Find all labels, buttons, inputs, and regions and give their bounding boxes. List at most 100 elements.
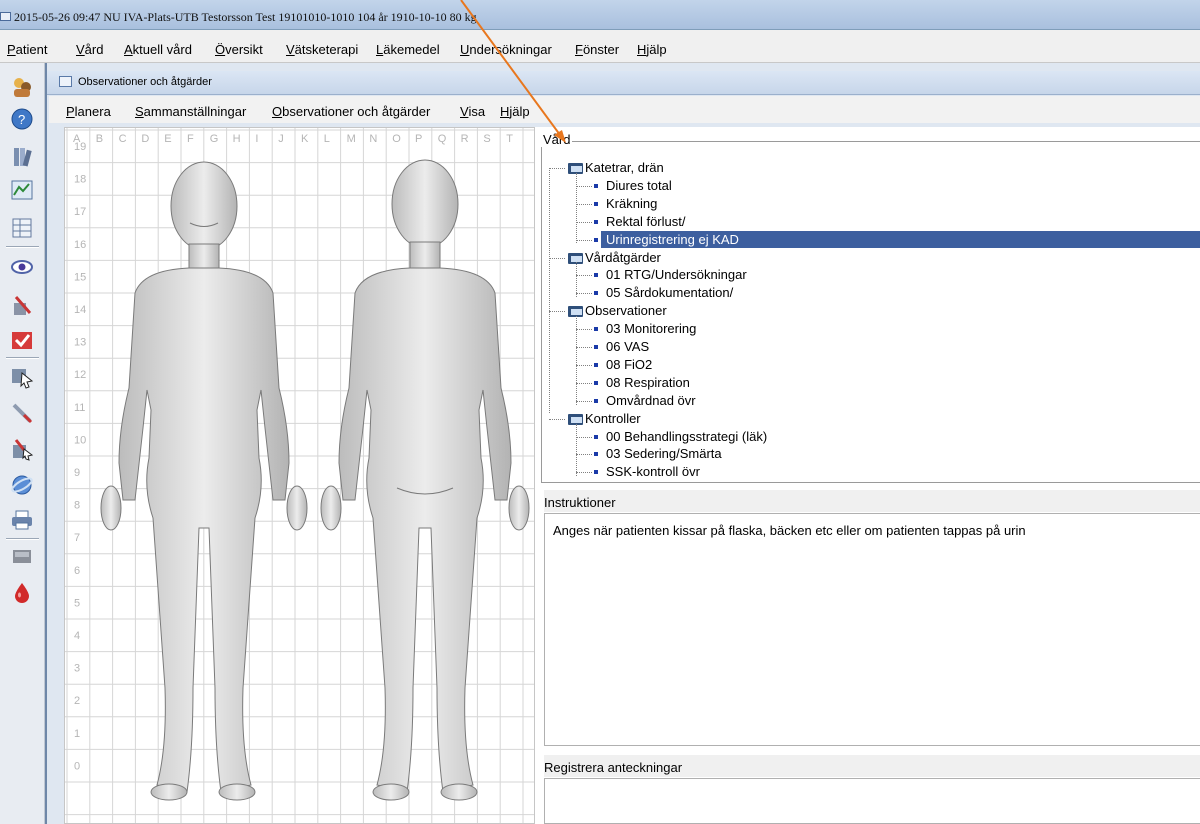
menu-undersokningar[interactable]: Undersökningar bbox=[460, 42, 552, 57]
notes-input[interactable] bbox=[544, 778, 1200, 824]
row-label: 8 bbox=[74, 500, 80, 512]
tools-pointer-icon[interactable] bbox=[8, 435, 36, 463]
tree-connector bbox=[576, 203, 592, 205]
tree-item-label[interactable]: Omvårdnad övr bbox=[606, 393, 696, 409]
row-label: 17 bbox=[74, 206, 86, 218]
row-label: 7 bbox=[74, 532, 80, 544]
window-icon bbox=[0, 12, 11, 21]
item-bullet-icon bbox=[594, 237, 598, 242]
tree-connector bbox=[549, 257, 565, 259]
row-label: 12 bbox=[74, 369, 86, 381]
column-label: C bbox=[119, 133, 127, 145]
item-bullet-icon bbox=[594, 183, 598, 188]
menu-sammanstallningar[interactable]: Sammanställningar bbox=[135, 104, 246, 119]
tree-connector bbox=[549, 311, 565, 313]
title-bar-text: 2015-05-26 09:47 NU IVA-Plats-UTB Testor… bbox=[14, 10, 477, 24]
printer-icon[interactable] bbox=[8, 506, 36, 534]
tree-group-label[interactable]: Katetrar, drän bbox=[585, 160, 664, 176]
body-chart[interactable]: ABCDEFGHIJKLMNOPQRST 19 18 17 16 15 14 13 12 11 1… bbox=[64, 127, 535, 824]
tree-item-label[interactable]: Urinregistrering ej KAD bbox=[606, 232, 739, 248]
column-labels: ABCDEFGHIJKLMNOPQRST bbox=[73, 133, 513, 145]
tree-connector bbox=[576, 293, 592, 295]
title-bar: 2015-05-26 09:47 NU IVA-Plats-UTB Testor… bbox=[0, 0, 1200, 30]
help-icon[interactable]: ? bbox=[8, 105, 36, 133]
menu-aktuell-vard[interactable]: Aktuell vård bbox=[124, 42, 192, 57]
menu-vatsketerapi[interactable]: Vätsketerapi bbox=[286, 42, 358, 57]
tree-item-label[interactable]: 00 Behandlingsstrategi (läk) bbox=[606, 429, 767, 445]
row-label: 4 bbox=[74, 630, 80, 642]
tree-connector bbox=[576, 262, 577, 298]
menu-hjalp[interactable]: Hjälp bbox=[637, 42, 667, 57]
window-title-bar: Observationer och åtgärder bbox=[47, 71, 1200, 95]
column-label: K bbox=[301, 133, 309, 145]
toolbar-separator bbox=[6, 246, 39, 248]
toolbar-separator bbox=[6, 538, 39, 540]
menu-planera[interactable]: Planera bbox=[66, 104, 111, 119]
tree-group-label[interactable]: Observationer bbox=[585, 303, 667, 319]
body-back-figure[interactable] bbox=[320, 159, 530, 801]
tree-item-label[interactable]: Rektal förlust/ bbox=[606, 214, 685, 230]
tree-connector bbox=[576, 172, 577, 244]
blood-drop-icon[interactable] bbox=[8, 578, 36, 606]
item-bullet-icon bbox=[594, 398, 598, 403]
row-label: 16 bbox=[74, 239, 86, 251]
instructions-box: Anges när patienten kissar på flaska, bä… bbox=[544, 513, 1200, 746]
menu-observationer-och-atgarder[interactable]: Observationer och åtgärder bbox=[272, 104, 430, 119]
window-title: Observationer och åtgärder bbox=[78, 76, 212, 88]
persons-icon[interactable] bbox=[8, 73, 36, 101]
item-bullet-icon bbox=[594, 362, 598, 367]
tree-group-label[interactable]: Kontroller bbox=[585, 411, 641, 427]
device-icon[interactable] bbox=[8, 543, 36, 571]
item-bullet-icon bbox=[594, 434, 598, 439]
menu-hjalp-window[interactable]: Hjälp bbox=[500, 104, 530, 119]
instructions-header: Instruktioner bbox=[544, 490, 1200, 512]
item-bullet-icon bbox=[594, 470, 598, 475]
tree-connector bbox=[576, 454, 592, 456]
tree-connector bbox=[576, 275, 592, 277]
spreadsheet-icon[interactable] bbox=[8, 214, 36, 242]
tree-item-label[interactable]: 05 Sårdokumentation/ bbox=[606, 285, 733, 301]
column-label: F bbox=[187, 133, 194, 145]
tree-connector bbox=[576, 364, 592, 366]
globe-icon[interactable] bbox=[8, 471, 36, 499]
column-label: T bbox=[506, 133, 513, 145]
tree-connector bbox=[576, 221, 592, 223]
menu-visa[interactable]: Visa bbox=[460, 104, 485, 119]
column-label: B bbox=[96, 133, 103, 145]
tree-item-label[interactable]: Diures total bbox=[606, 178, 672, 194]
column-label: H bbox=[233, 133, 241, 145]
row-labels: 191817161514131211109876543210 bbox=[74, 141, 86, 772]
checkbox-icon[interactable] bbox=[8, 326, 36, 354]
vard-legend: Vård bbox=[541, 132, 573, 147]
item-bullet-icon bbox=[594, 291, 598, 296]
tree-item-label[interactable]: 08 FiO2 bbox=[606, 357, 652, 373]
tree-group-label[interactable]: Vårdåtgärder bbox=[585, 250, 661, 266]
tools-icon[interactable] bbox=[8, 291, 36, 319]
menu-patient[interactable]: Patient bbox=[7, 42, 47, 57]
tree-item-label[interactable]: 06 VAS bbox=[606, 339, 649, 355]
menu-lakemedel[interactable]: Läkemedel bbox=[376, 42, 440, 57]
main-menu-bar: Patient Vård Aktuell vård Översikt Vätsk… bbox=[0, 30, 1200, 63]
body-chart-canvas[interactable]: ABCDEFGHIJKLMNOPQRST 1918171615141312111… bbox=[65, 128, 535, 824]
menu-vard[interactable]: Vård bbox=[76, 42, 103, 57]
row-label: 2 bbox=[74, 695, 80, 707]
tree-item-label[interactable]: 08 Respiration bbox=[606, 375, 690, 391]
item-bullet-icon bbox=[594, 345, 598, 349]
row-label: 18 bbox=[74, 174, 86, 186]
tree-item-label[interactable]: Kräkning bbox=[606, 196, 657, 212]
chart-icon[interactable] bbox=[8, 176, 36, 204]
tree-connector bbox=[549, 168, 550, 413]
books-icon[interactable] bbox=[8, 143, 36, 171]
menu-oversikt[interactable]: Översikt bbox=[215, 42, 263, 57]
tree-item-label[interactable]: 01 RTG/Undersökningar bbox=[606, 267, 747, 283]
column-label: M bbox=[347, 133, 356, 145]
tree-item-label[interactable]: 03 Monitorering bbox=[606, 321, 696, 337]
syringe-icon[interactable] bbox=[8, 399, 36, 427]
eye-icon[interactable] bbox=[8, 253, 36, 281]
pointer-icon[interactable] bbox=[8, 363, 36, 391]
tree-connector bbox=[576, 347, 592, 348]
column-label: P bbox=[415, 133, 422, 145]
tree-item-label[interactable]: SSK-kontroll övr bbox=[606, 464, 700, 480]
menu-fonster[interactable]: Fönster bbox=[575, 42, 619, 57]
tree-item-label[interactable]: 03 Sedering/Smärta bbox=[606, 446, 722, 462]
